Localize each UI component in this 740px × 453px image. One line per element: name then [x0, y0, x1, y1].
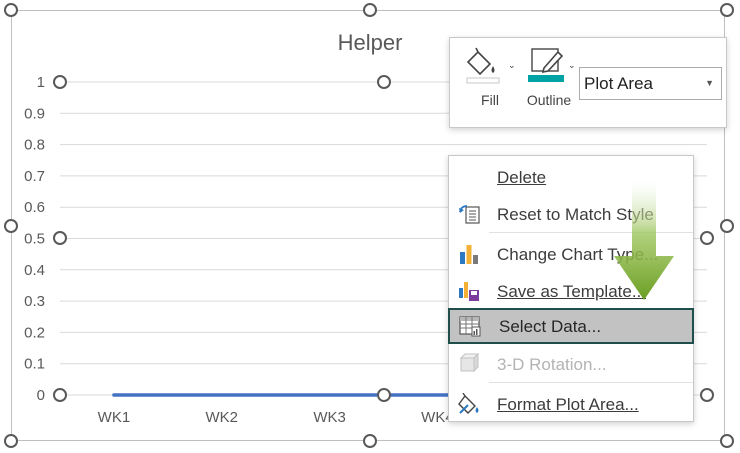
menu-item-3d-rotation[interactable]: 3-D Rotation... [449, 346, 693, 382]
chart-handle-bottom-right[interactable] [720, 434, 734, 448]
outline-label: Outline [526, 92, 572, 108]
fill-caret-icon[interactable]: ⌄ [508, 60, 516, 71]
chart-title[interactable]: Helper [338, 30, 403, 55]
y-tick-label: 0.2 [24, 324, 45, 341]
y-tick-label: 0.8 [24, 137, 45, 154]
y-tick-label: 0.9 [24, 105, 45, 122]
menu-item-format-plot-area-label: Format Plot Area... [497, 395, 639, 414]
y-tick-label: 0 [37, 387, 45, 404]
plot-handle-top-left[interactable] [53, 75, 67, 89]
y-tick-label: 0.4 [24, 262, 45, 279]
chart-element-value: Plot Area [584, 74, 653, 93]
menu-item-label: Format Plot Area... [497, 395, 639, 415]
menu-item-label: Delete [497, 168, 546, 188]
y-tick-label: 0.5 [24, 231, 45, 248]
chart-handle-top-middle[interactable] [363, 3, 377, 17]
menu-item-format-plot-area[interactable]: Format Plot Area... [449, 386, 693, 422]
y-tick-label: 0.7 [24, 168, 45, 185]
x-tick-label: WK1 [98, 409, 131, 426]
cube-icon [459, 353, 480, 373]
plot-handle-middle-right[interactable] [700, 231, 714, 245]
menu-item-label: 3-D Rotation... [497, 355, 607, 374]
select-data-icon [459, 316, 481, 337]
chart-handle-top-right[interactable] [720, 3, 734, 17]
plot-handle-bottom-left[interactable] [53, 388, 67, 402]
chart-handle-middle-left[interactable] [4, 219, 18, 233]
chart-handle-bottom-left[interactable] [4, 434, 18, 448]
y-axis: 0 0.1 0.2 0.3 0.4 0.5 0.6 0.7 0.8 0.9 1 [24, 74, 45, 404]
chart-element-dropdown[interactable]: Plot Area ▼ [579, 67, 722, 100]
x-tick-label: WK2 [205, 409, 238, 426]
dropdown-arrow-icon[interactable]: ▼ [705, 78, 714, 88]
down-arrow-icon [614, 180, 674, 300]
paint-bucket-icon [466, 47, 500, 84]
chart-handle-top-left[interactable] [4, 3, 18, 17]
y-tick-label: 0.6 [24, 199, 45, 216]
format-paint-icon [458, 393, 479, 414]
save-template-icon [459, 282, 479, 301]
chart-handle-bottom-middle[interactable] [363, 434, 377, 448]
menu-item-label: Select Data... [499, 317, 602, 336]
fill-label: Fill [481, 92, 499, 108]
fill-button[interactable]: ⌄ Fill [460, 44, 520, 122]
reset-style-icon [459, 205, 480, 224]
outline-caret-icon[interactable]: ⌄ [568, 60, 576, 71]
plot-handle-bottom-middle[interactable] [377, 388, 391, 402]
y-tick-label: 0.3 [24, 293, 45, 310]
pen-outline-icon [528, 48, 564, 82]
menu-item-delete-label: Delete [497, 168, 547, 187]
plot-handle-top-middle[interactable] [377, 75, 391, 89]
menu-separator [489, 382, 693, 383]
menu-item-select-data[interactable]: Select Data... [448, 308, 694, 344]
chart-handle-middle-right[interactable] [720, 219, 734, 233]
y-tick-label: 0.1 [24, 356, 45, 373]
y-tick-label: 1 [37, 74, 45, 91]
x-tick-label: WK3 [313, 409, 346, 426]
bar-chart-icon [460, 245, 478, 264]
plot-handle-middle-left[interactable] [53, 231, 67, 245]
outline-button[interactable]: ⌄ Outline [520, 44, 578, 122]
plot-handle-bottom-right[interactable] [700, 388, 714, 402]
format-mini-toolbar: ⌄ Fill ⌄ Outline Plot Area ▼ [449, 37, 727, 128]
